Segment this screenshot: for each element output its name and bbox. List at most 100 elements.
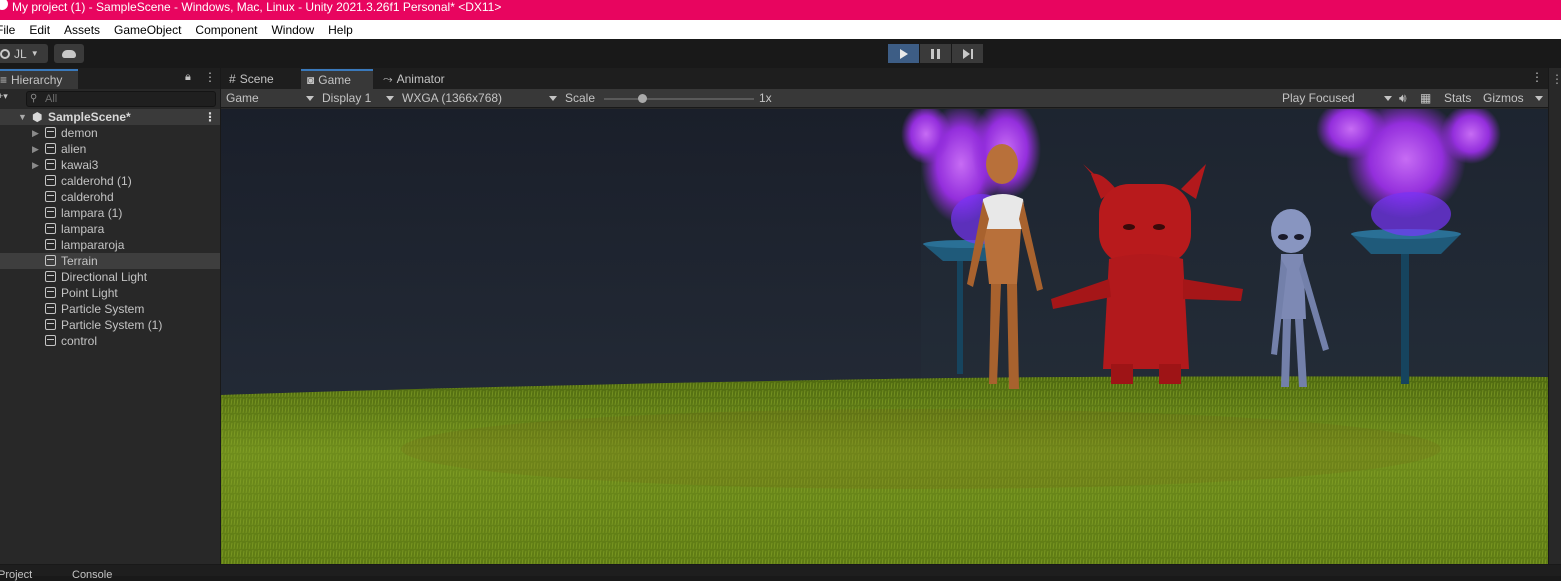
hierarchy-search-input[interactable]: ⚲ All <box>26 91 216 107</box>
play-icon <box>899 48 908 59</box>
hierarchy-item[interactable]: calderohd <box>0 189 220 205</box>
menu-file[interactable]: File <box>0 23 22 37</box>
unity-logo-icon <box>0 0 8 10</box>
hierarchy-item-label: lampara <box>61 222 105 236</box>
step-button[interactable] <box>952 44 983 63</box>
hierarchy-item-label: control <box>61 334 98 348</box>
pause-icon <box>931 48 940 59</box>
hierarchy-item-label: Particle System (1) <box>61 318 163 332</box>
hierarchy-item-label: Particle System <box>61 302 145 316</box>
game-more-icon[interactable]: ⋮ <box>1531 70 1543 84</box>
tab-hierarchy[interactable]: ≡ Hierarchy <box>0 69 78 89</box>
stats-grid-icon[interactable]: ▦ <box>1420 91 1431 105</box>
gameobject-cube-icon <box>45 319 56 330</box>
scale-slider-handle[interactable] <box>637 94 647 103</box>
play-mode-dropdown[interactable]: Play Focused <box>1282 91 1392 105</box>
stats-button[interactable]: Stats <box>1444 91 1471 105</box>
hierarchy-item-label: Directional Light <box>61 270 148 284</box>
gameobject-cube-icon <box>45 287 56 298</box>
hierarchy-item-label: lampara (1) <box>61 206 123 220</box>
hierarchy-item[interactable]: calderohd (1) <box>0 173 220 189</box>
grid-icon: # <box>229 72 236 86</box>
gameobject-cube-icon <box>45 143 56 154</box>
chevron-down-icon: ▼ <box>30 49 39 58</box>
gameobject-cube-icon <box>45 127 56 138</box>
menu-gameobject[interactable]: GameObject <box>107 23 188 37</box>
gameobject-cube-icon <box>45 191 56 202</box>
menu-component[interactable]: Component <box>188 23 264 37</box>
gameobject-cube-icon <box>45 223 56 234</box>
hierarchy-item[interactable]: Particle System (1) <box>0 317 220 333</box>
inspector-collapsed-strip: ⋮ <box>1548 68 1561 564</box>
tab-console[interactable]: Console <box>72 569 112 581</box>
scene-menu-icon[interactable]: ⋮ <box>204 109 216 125</box>
cloud-icon <box>62 49 76 58</box>
tab-game[interactable]: ◙ Game <box>301 69 373 89</box>
hierarchy-item[interactable]: Directional Light <box>0 269 220 285</box>
account-icon <box>0 48 10 59</box>
grass-shadow <box>401 409 1441 489</box>
game-panel: # Scene ◙ Game ⤳ Animator ⋮ Game Display… <box>221 68 1548 564</box>
menu-edit[interactable]: Edit <box>22 23 57 37</box>
play-button[interactable] <box>888 44 919 63</box>
gameobject-cube-icon <box>45 271 56 282</box>
scale-label: Scale <box>565 91 596 105</box>
hierarchy-item[interactable]: control <box>0 333 220 349</box>
expand-arrow-icon[interactable]: ▶ <box>32 125 39 141</box>
hierarchy-tabbar: ≡ Hierarchy 🔒︎ ⋮ <box>0 68 220 89</box>
scale-slider[interactable] <box>604 94 754 103</box>
tab-scene-label: Scene <box>239 72 274 86</box>
hierarchy-item-label: calderohd (1) <box>61 174 132 188</box>
expand-arrow-icon[interactable]: ▶ <box>32 157 39 173</box>
tab-animator[interactable]: ⤳ Animator <box>377 69 467 89</box>
search-placeholder: All <box>45 93 58 105</box>
speaker-icon[interactable]: 🔊︎ <box>1399 91 1407 106</box>
hierarchy-item[interactable]: ▶ demon <box>0 125 220 141</box>
game-viewport[interactable] <box>221 109 1548 564</box>
window-title: My project (1) - SampleScene - Windows, … <box>12 0 502 14</box>
scale-value: 1x <box>759 91 772 105</box>
hierarchy-item[interactable]: Point Light <box>0 285 220 301</box>
unity-scene-icon: ⬢ <box>32 110 43 124</box>
tab-hierarchy-label: Hierarchy <box>11 73 63 87</box>
menu-help[interactable]: Help <box>321 23 360 37</box>
gizmos-dropdown[interactable]: Gizmos <box>1483 91 1543 105</box>
hierarchy-item[interactable]: Terrain <box>0 253 220 269</box>
hierarchy-list: ▶ demon ▶ alien ▶ kawai3 calderohd (1) calderoh… <box>0 125 220 349</box>
list-icon: ≡ <box>0 73 8 87</box>
hierarchy-item[interactable]: ▶ alien <box>0 141 220 157</box>
hierarchy-item[interactable]: Particle System <box>0 301 220 317</box>
game-render <box>221 109 1548 564</box>
hierarchy-item[interactable]: lampara (1) <box>0 205 220 221</box>
menu-assets[interactable]: Assets <box>57 23 107 37</box>
expand-arrow-icon[interactable]: ▼ <box>18 109 27 125</box>
hierarchy-item[interactable]: ▶ kawai3 <box>0 157 220 173</box>
menu-window[interactable]: Window <box>264 23 321 37</box>
hierarchy-item[interactable]: lampara <box>0 221 220 237</box>
account-dropdown[interactable]: JL ▼ <box>0 44 48 63</box>
bottom-panel-tabs: Project Console <box>0 564 1561 581</box>
lock-icon[interactable]: 🔒︎ <box>185 71 191 84</box>
resolution-dropdown[interactable]: WXGA (1366x768) <box>402 91 557 105</box>
display-dropdown[interactable]: Display 1 <box>322 91 394 105</box>
view-select-dropdown[interactable]: Game <box>226 91 314 105</box>
pause-button[interactable] <box>920 44 951 63</box>
tab-scene[interactable]: # Scene <box>223 69 299 89</box>
hierarchy-search-row: +▾ ⚲ All <box>0 89 220 109</box>
cloud-button[interactable] <box>54 44 84 63</box>
hierarchy-item-label: alien <box>61 142 87 156</box>
scene-row[interactable]: ▼ ⬢ SampleScene* ⋮ <box>0 109 220 125</box>
hierarchy-item[interactable]: lampararoja <box>0 237 220 253</box>
right-more-icon[interactable]: ⋮ <box>1551 72 1561 86</box>
add-dropdown-icon[interactable]: +▾ <box>0 91 8 102</box>
hierarchy-item-label: lampararoja <box>61 238 125 252</box>
step-icon <box>962 48 973 59</box>
tab-project[interactable]: Project <box>0 569 32 581</box>
expand-arrow-icon[interactable]: ▶ <box>32 141 39 157</box>
more-icon[interactable]: ⋮ <box>204 70 216 84</box>
hierarchy-item-label: Point Light <box>61 286 118 300</box>
gameobject-cube-icon <box>45 303 56 314</box>
game-toolbar: Game Display 1 WXGA (1366x768) Scale 1x … <box>221 89 1548 108</box>
playback-controls <box>888 44 983 63</box>
account-name: JL <box>14 46 27 61</box>
